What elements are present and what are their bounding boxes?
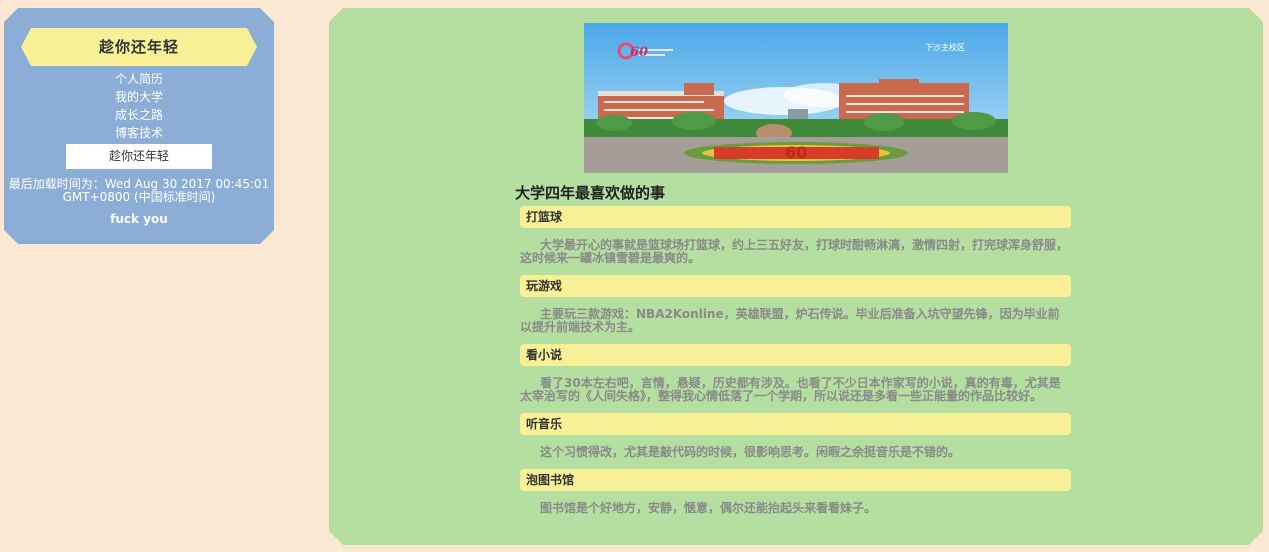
sidebar-title: 趁你还年轻 <box>21 28 257 66</box>
topic-body-basketball: 大学最开心的事就是篮球场打篮球，约上三五好友，打球时酣畅淋漓，激情四射，打完球浑… <box>520 238 1069 265</box>
sidebar-nav: 个人简历 我的大学 成长之路 博客技术 <box>4 70 274 142</box>
topic-title-library: 泡图书馆 <box>520 469 1071 491</box>
topic-title-basketball: 打篮球 <box>520 206 1071 228</box>
banner-logo-number: 60 <box>630 45 648 60</box>
topic-title-games: 玩游戏 <box>520 275 1071 297</box>
sidebar-footer-text: fuck you <box>110 212 168 226</box>
banner-anniversary-number: 60 <box>785 143 807 162</box>
topic-body-novels: 看了30本左右吧，言情，悬疑，历史都有涉及。也看了不少日本作家写的小说，真的有毒… <box>520 376 1061 403</box>
section-heading: 大学四年最喜欢做的事 <box>515 184 666 202</box>
main-content: 下沙主校区 60 60 大学四年最喜欢做的事 打篮球 大学最开心的事就是篮球场打… <box>329 8 1263 545</box>
topic-body-music: 这个习惯得改，尤其是敲代码的时候，很影响思考。闲暇之余挺音乐是不错的。 <box>540 445 961 459</box>
topic-title-novels: 看小说 <box>520 344 1071 366</box>
banner-campus-label: 下沙主校区 <box>925 42 965 52</box>
topic-body-library: 图书馆是个好地方，安静，惬意，偶尔还能抬起头来看看妹子。 <box>540 501 877 515</box>
topic-title-music: 听音乐 <box>520 413 1071 435</box>
last-load-time: 最后加载时间为：Wed Aug 30 2017 00:45:01 GMT+080… <box>4 178 274 204</box>
nav-item-growth-road[interactable]: 成长之路 <box>4 106 274 124</box>
name-box[interactable]: 趁你还年轻 <box>66 144 212 169</box>
nav-item-blog-tech[interactable]: 博客技术 <box>4 124 274 142</box>
last-load-time-line-2: GMT+0800 (中国标准时间) <box>62 190 216 204</box>
sidebar: 趁你还年轻 个人简历 我的大学 成长之路 博客技术 趁你还年轻 最后加载时间为：… <box>4 8 274 244</box>
campus-banner-image: 下沙主校区 60 60 <box>584 23 1008 173</box>
topic-body-games: 主要玩三款游戏：NBA2Konline，英雄联盟，炉石传说。毕业后准备入坑守望先… <box>520 307 1060 334</box>
nav-item-my-university[interactable]: 我的大学 <box>4 88 274 106</box>
nav-item-resume[interactable]: 个人简历 <box>4 70 274 88</box>
